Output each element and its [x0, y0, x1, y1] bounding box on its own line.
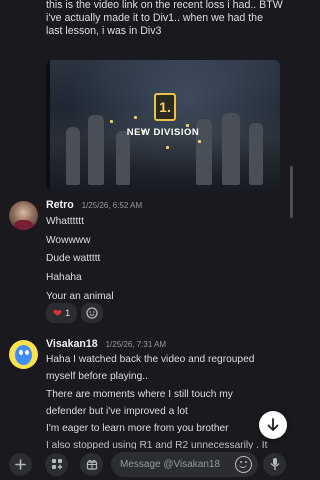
- apps-button[interactable]: [45, 453, 68, 476]
- reaction-count: 1: [65, 308, 71, 318]
- message-line: Haha I watched back the video and regrou…: [46, 354, 255, 365]
- message-header: Visakan18 1/25/26, 7:31 AM: [46, 338, 166, 350]
- gift-button[interactable]: [80, 453, 103, 476]
- avatar-eye: [25, 350, 29, 355]
- division-badge: 1.: [154, 93, 176, 121]
- gift-icon: [86, 459, 97, 470]
- heart-icon: ❤: [52, 307, 63, 320]
- avatar-shirt: [13, 220, 34, 230]
- plus-button[interactable]: [9, 453, 32, 476]
- message-group-retro: Retro 1/25/26, 6:52 AM Whatttttt Wowwww …: [0, 197, 295, 327]
- message-input[interactable]: [120, 457, 230, 472]
- message-composer: [0, 449, 295, 480]
- message-group-visakan18: Visakan18 1/25/26, 7:31 AM Haha I watche…: [0, 336, 295, 451]
- message-line: i've actually made it to Div1.. when we …: [46, 12, 263, 25]
- author-name[interactable]: Visakan18: [46, 338, 98, 350]
- scrollbar[interactable]: [290, 166, 293, 218]
- avatar[interactable]: [9, 201, 38, 230]
- timestamp: 1/25/26, 7:31 AM: [105, 340, 167, 349]
- add-reaction-button[interactable]: [81, 303, 103, 323]
- mic-button[interactable]: [263, 453, 286, 476]
- timestamp: 1/25/26, 6:52 AM: [81, 201, 143, 210]
- avatar[interactable]: [9, 340, 38, 369]
- message-line: this is the video link on the recent los…: [46, 0, 283, 11]
- previous-message-text: this is the video link on the recent los…: [46, 0, 291, 39]
- scroll-to-bottom-button[interactable]: [259, 411, 287, 439]
- message-line: Wowwww: [46, 235, 91, 246]
- avatar-eye: [19, 350, 23, 355]
- message-line: Dude wattttt: [46, 253, 101, 264]
- confetti: [110, 120, 113, 123]
- mic-icon: [269, 458, 280, 470]
- author-name[interactable]: Retro: [46, 199, 74, 211]
- emoji-eye: [244, 461, 247, 463]
- embed-title: NEW DIVISION: [126, 127, 200, 138]
- confetti: [134, 116, 137, 119]
- emoji-add-icon: [86, 307, 98, 319]
- player-figure: [116, 131, 130, 185]
- message-line: There are moments where I still touch my: [46, 389, 233, 400]
- emoji-eye: [239, 461, 242, 463]
- emoji-mouth: [239, 464, 247, 468]
- arrow-down-icon: [267, 418, 279, 431]
- confetti: [166, 146, 169, 149]
- message-line: Your an animal: [46, 291, 114, 302]
- player-figure: [222, 113, 240, 185]
- avatar-character: [15, 345, 32, 365]
- player-figure: [88, 115, 104, 185]
- embed-edge: [46, 60, 50, 191]
- apps-icon: [51, 459, 62, 470]
- embed-background: [46, 60, 280, 191]
- message-line: I'm eager to learn more from you brother: [46, 423, 229, 434]
- message-line: myself before playing..: [46, 371, 148, 382]
- emoji-icon[interactable]: [235, 456, 252, 473]
- message-line: Whatttttt: [46, 216, 84, 227]
- confetti: [198, 140, 201, 143]
- message-header: Retro 1/25/26, 6:52 AM: [46, 199, 142, 211]
- plus-icon: [15, 459, 26, 470]
- video-embed-thumbnail[interactable]: 1. NEW DIVISION: [46, 60, 280, 191]
- reaction-heart[interactable]: ❤ 1: [46, 303, 77, 323]
- message-line: defender but i've improved a lot: [46, 406, 188, 417]
- message-input-container: [111, 452, 258, 477]
- message-line: Hahaha: [46, 272, 82, 283]
- message-line: last lesson, i was in Div3: [46, 25, 162, 38]
